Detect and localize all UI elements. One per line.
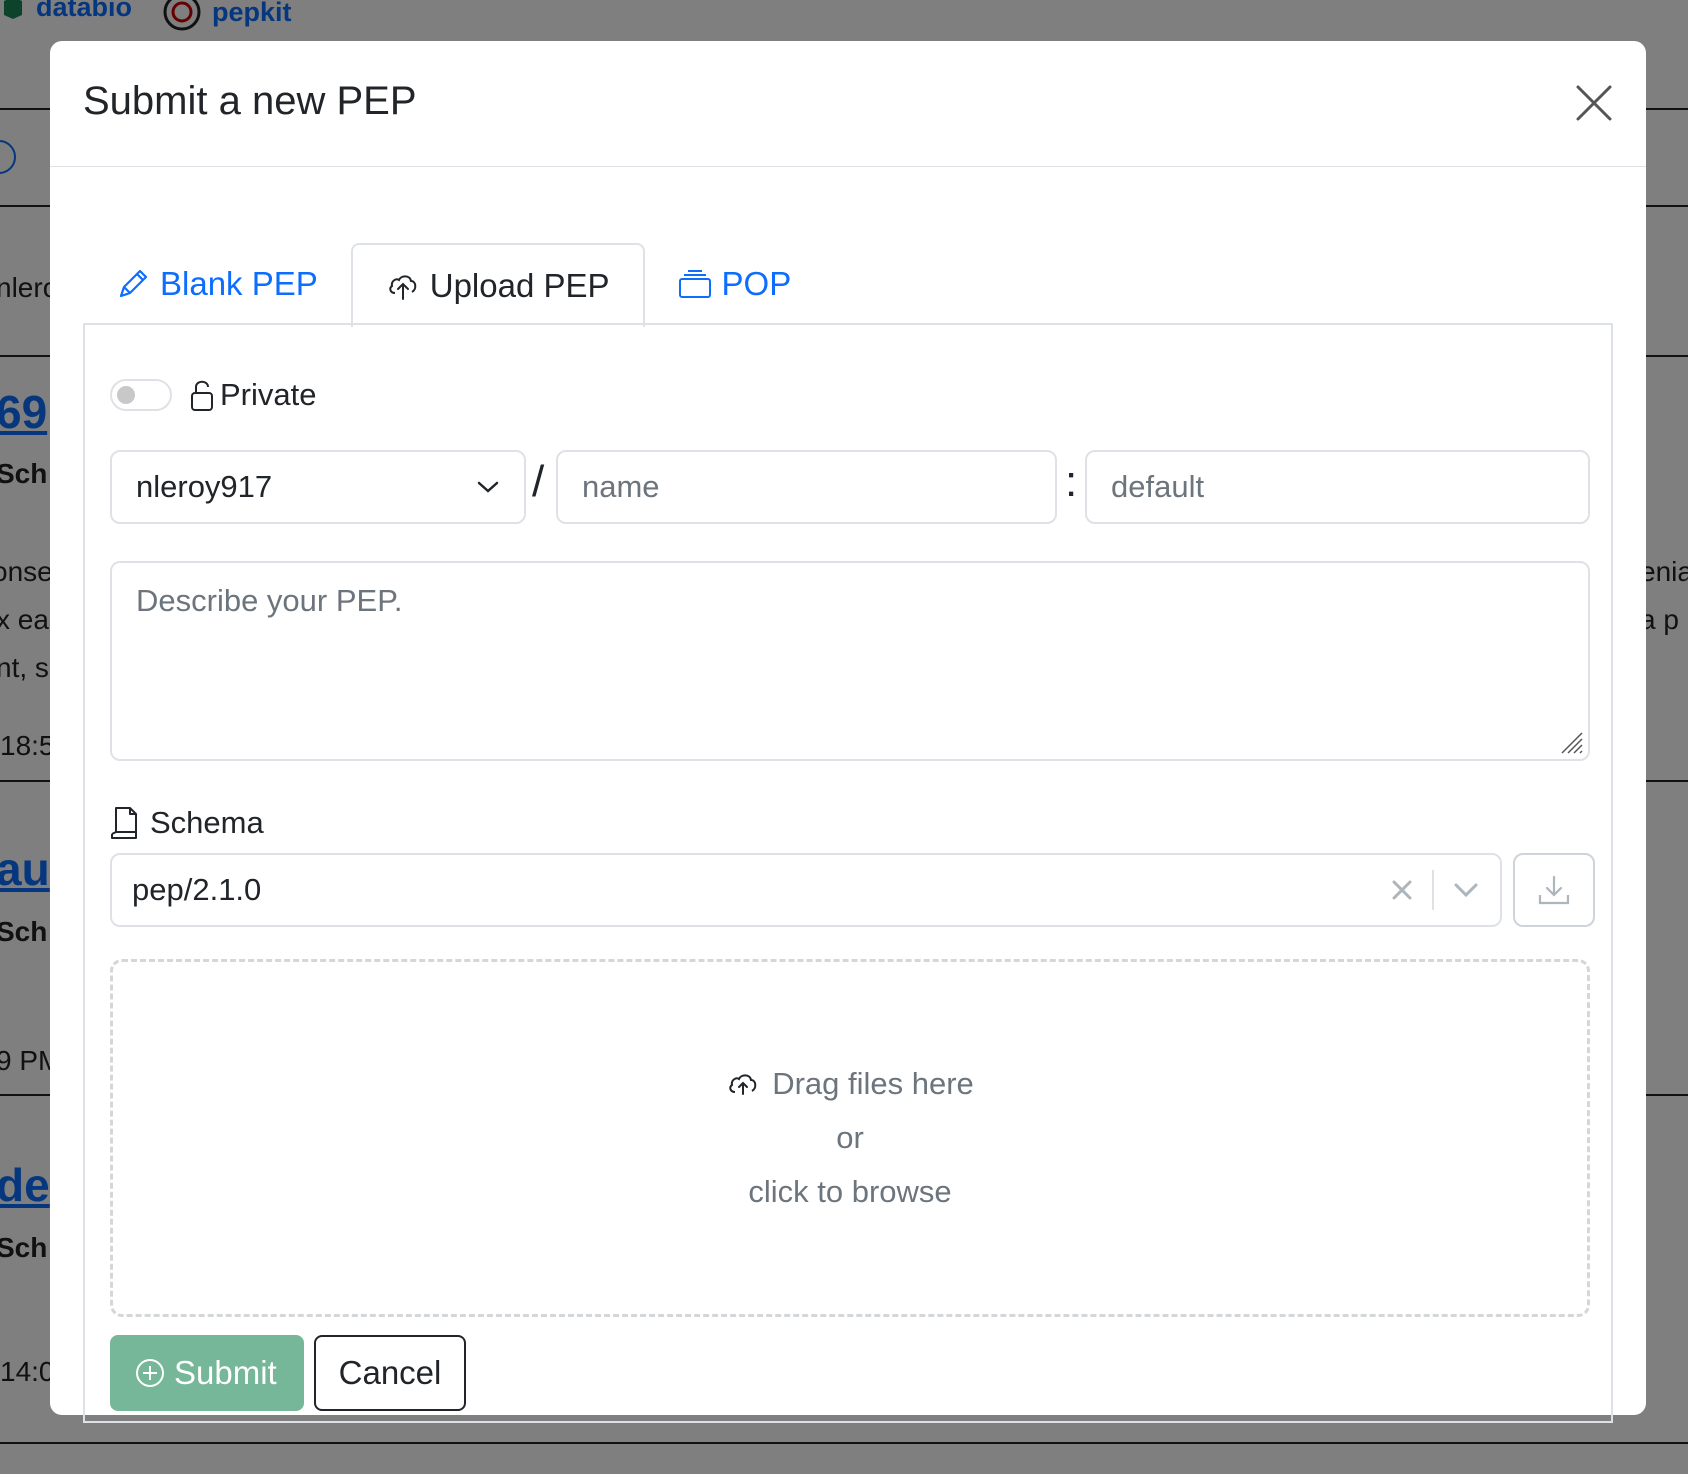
download-schema-button[interactable]: [1513, 853, 1595, 927]
private-row: Private: [110, 377, 316, 413]
submit-pep-modal: Submit a new PEP Blank PEP Upload PEP PO…: [50, 41, 1646, 1423]
file-icon: [111, 807, 137, 839]
chevron-down-icon[interactable]: [1452, 881, 1480, 899]
download-icon: [1538, 875, 1570, 905]
dropzone-line-1: Drag files here: [726, 1066, 974, 1102]
schema-controls: [1390, 870, 1480, 910]
namespace-value: nleroy917: [136, 469, 273, 504]
name-input[interactable]: name: [556, 450, 1057, 524]
tag-placeholder: default: [1111, 469, 1205, 504]
private-text: Private: [220, 377, 317, 412]
description-placeholder: Describe your PEP.: [136, 583, 403, 618]
namespace-select[interactable]: nleroy917: [110, 450, 526, 524]
schema-select[interactable]: pep/2.1.0: [110, 853, 1502, 927]
description-textarea[interactable]: Describe your PEP.: [110, 561, 1590, 761]
cancel-button[interactable]: Cancel: [314, 1335, 466, 1411]
schema-value: pep/2.1.0: [132, 872, 262, 907]
toggle-knob: [117, 386, 135, 404]
lock-icon: [191, 380, 213, 411]
plus-circle-icon: [136, 1359, 164, 1387]
clear-icon[interactable]: [1390, 878, 1414, 902]
submit-button[interactable]: Submit: [110, 1335, 304, 1411]
modal-title: Submit a new PEP: [83, 79, 417, 123]
private-toggle[interactable]: [110, 379, 172, 411]
tag-separator: :: [1065, 457, 1078, 506]
namespace-separator: /: [532, 457, 545, 506]
select-divider: [1432, 870, 1434, 910]
cloud-upload-icon: [729, 1074, 757, 1095]
dropzone-text: Drag files here: [772, 1066, 974, 1101]
name-placeholder: name: [582, 469, 660, 504]
tab-label: Blank PEP: [160, 265, 318, 302]
pencil-icon: [119, 269, 148, 298]
upload-pep-pane: Private nleroy917 / name : default Descr…: [83, 323, 1613, 1423]
schema-text: Schema: [150, 805, 264, 840]
cloud-upload-icon: [389, 275, 416, 300]
tag-input[interactable]: default: [1085, 450, 1590, 524]
action-buttons: Submit Cancel: [110, 1335, 466, 1411]
file-dropzone[interactable]: Drag files here or click to browse: [110, 959, 1590, 1317]
tab-blank-pep[interactable]: Blank PEP: [83, 243, 351, 325]
modal-header: Submit a new PEP: [50, 41, 1646, 167]
dropzone-browse: click to browse: [748, 1174, 952, 1209]
tab-upload-pep[interactable]: Upload PEP: [350, 243, 645, 327]
tab-pop[interactable]: POP: [645, 243, 825, 325]
private-label: Private: [190, 377, 316, 413]
dropzone-or: or: [836, 1120, 864, 1155]
tab-bar: Blank PEP Upload PEP POP: [83, 199, 825, 327]
stack-icon: [678, 270, 711, 298]
submit-label: Submit: [174, 1354, 277, 1391]
tab-label: POP: [721, 265, 792, 302]
resize-grip-icon[interactable]: [1558, 729, 1584, 755]
schema-label: Schema: [110, 805, 264, 841]
close-button[interactable]: [1572, 81, 1616, 125]
close-icon: [1576, 85, 1612, 121]
tab-label: Upload PEP: [429, 267, 610, 304]
chevron-down-icon: [477, 481, 499, 493]
